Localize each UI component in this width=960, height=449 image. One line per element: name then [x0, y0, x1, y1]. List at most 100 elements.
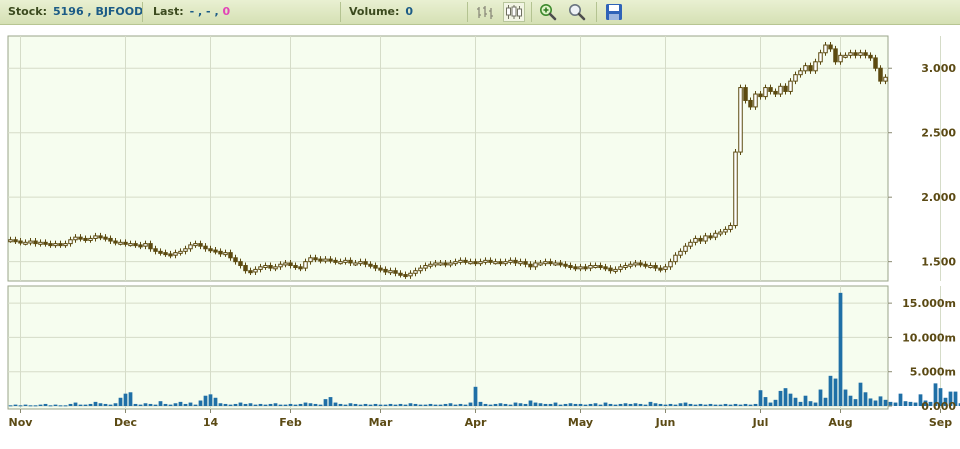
candle-body — [553, 262, 558, 266]
volume-plot-area — [7, 285, 889, 410]
candle-body — [378, 267, 383, 271]
volume-bar — [783, 388, 788, 406]
volume-bar — [563, 403, 568, 406]
candle-body — [643, 263, 648, 267]
volume-bar — [818, 389, 823, 406]
candle-body — [563, 263, 568, 267]
volume-bar — [813, 402, 818, 406]
candle-body — [388, 270, 393, 274]
volume-bar — [28, 405, 33, 407]
volume-bar — [348, 403, 353, 406]
volume-y-tick-label: 15.000m — [902, 297, 956, 310]
candle-body — [348, 259, 353, 264]
candle-body — [213, 249, 218, 253]
save-button[interactable] — [603, 2, 625, 22]
volume-bar — [533, 402, 538, 406]
candle-body — [438, 262, 443, 266]
candle-body — [198, 243, 203, 247]
volume-bar — [828, 375, 833, 406]
volume-bar — [573, 403, 578, 406]
volume-bar — [833, 378, 838, 406]
candle-body — [583, 266, 588, 270]
volume-bar — [278, 404, 283, 406]
stock-label: Stock: — [8, 5, 47, 18]
volume-bar — [43, 403, 48, 406]
candle-body — [188, 244, 193, 250]
candle-body — [58, 243, 63, 247]
volume-bar — [788, 393, 793, 406]
volume-bar — [623, 403, 628, 406]
chart-toolbar: Stock: 5196 , BJFOOD Last: - , - , 0 Volum… — [0, 0, 960, 25]
candle-body — [883, 76, 888, 82]
volume-bar — [263, 404, 268, 406]
x-tick-label: Jun — [655, 416, 676, 429]
volume-bar — [658, 403, 663, 406]
candle-body — [183, 248, 188, 252]
line-chart-button[interactable] — [474, 2, 496, 22]
volume-bar — [843, 389, 848, 406]
volume-bar — [148, 403, 153, 406]
price-candle — [833, 45, 838, 65]
volume-bar — [128, 392, 133, 406]
candle-body — [323, 258, 328, 262]
candle-body — [558, 262, 563, 266]
candle-body — [203, 245, 208, 250]
candle-body — [353, 262, 358, 266]
candle-body — [78, 236, 83, 240]
candle-body — [598, 265, 603, 269]
candle-body — [233, 257, 238, 263]
candle-body — [43, 241, 48, 245]
candle-body — [858, 52, 863, 56]
candle-body — [853, 52, 858, 56]
price-panel: 1.500 2.000 2.500 3.000 — [7, 35, 956, 282]
candle-body — [848, 52, 853, 56]
candle-body — [763, 87, 768, 98]
candle-body — [723, 228, 728, 233]
candle-body — [368, 263, 373, 267]
candle-body — [253, 268, 258, 273]
volume-bar — [228, 404, 233, 406]
volume-bar — [758, 390, 763, 406]
candle-body — [613, 268, 618, 272]
candle-body — [68, 239, 73, 245]
zoom-in-button[interactable] — [537, 2, 559, 22]
candle-body — [633, 262, 638, 266]
candle-body — [398, 272, 403, 276]
volume-panel: 0.000 5.000m 10.000m 15.000m — [7, 285, 960, 413]
candle-body — [713, 232, 718, 238]
volume-bar — [438, 404, 443, 406]
volume-bar — [498, 403, 503, 406]
volume-bar — [103, 403, 108, 406]
price-y-axis: 1.500 2.000 2.500 3.000 — [888, 62, 956, 269]
candlestick-button[interactable] — [503, 2, 525, 22]
volume-bar — [8, 405, 13, 407]
volume-bar — [868, 398, 873, 406]
volume-bar — [163, 403, 168, 406]
volume-bar — [553, 402, 558, 406]
volume-bar — [333, 402, 338, 406]
volume-bar — [318, 404, 323, 406]
candle-body — [648, 265, 653, 269]
volume-bar — [748, 404, 753, 406]
candle-body — [578, 266, 583, 270]
volume-bar — [883, 399, 888, 406]
toolbar-divider — [596, 2, 597, 22]
price-candle — [743, 84, 748, 104]
volume-bar — [683, 402, 688, 406]
candle-body — [103, 236, 108, 240]
volume-bar — [288, 403, 293, 406]
candle-body — [478, 261, 483, 265]
volume-bar — [213, 397, 218, 406]
stock-value: 5196 , BJFOOD — [52, 5, 144, 18]
candle-body — [753, 93, 758, 108]
zoom-out-button[interactable] — [566, 2, 588, 22]
candle-body — [863, 52, 868, 56]
volume-bar — [328, 397, 333, 406]
volume-bar — [363, 403, 368, 406]
volume-bar — [23, 404, 28, 406]
candle-body — [498, 261, 503, 265]
toolbar-divider — [340, 2, 341, 22]
volume-bar — [303, 402, 308, 406]
candle-body — [128, 243, 133, 247]
volume-bar — [698, 403, 703, 406]
